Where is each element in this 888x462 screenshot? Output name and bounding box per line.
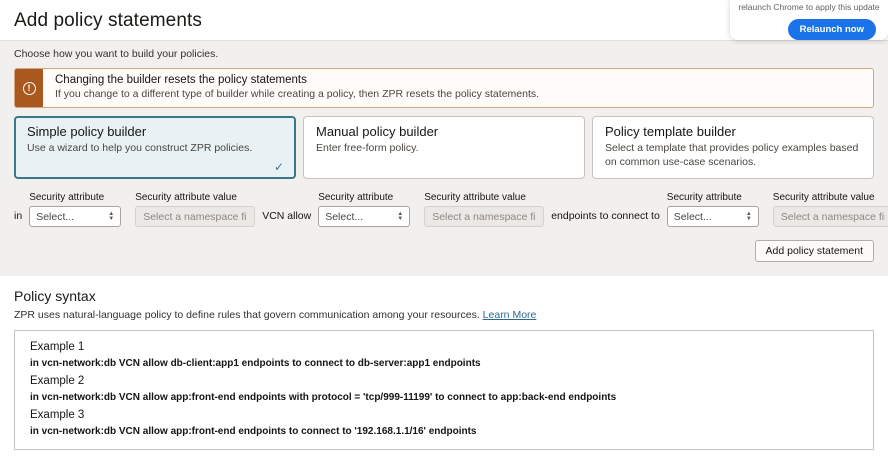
stepper-icon: ▲▼ xyxy=(746,212,752,221)
card-title: Simple policy builder xyxy=(27,124,283,139)
selected-check-icon: ✓ xyxy=(274,160,284,174)
policy-syntax-title: Policy syntax xyxy=(14,288,874,304)
security-attribute-value-label: Security attribute value xyxy=(135,192,255,203)
select-value: Select... xyxy=(325,211,363,223)
security-attribute-label: Security attribute xyxy=(667,192,759,203)
example-code: in vcn-network:db VCN allow db-client:ap… xyxy=(30,358,858,369)
stepper-icon: ▲▼ xyxy=(397,212,403,221)
statement-connector-endpoints-to-connect: endpoints to connect to xyxy=(551,210,660,227)
builder-panel: Choose how you want to build your polici… xyxy=(0,40,888,276)
statement-prefix: in xyxy=(14,210,22,227)
card-title: Manual policy builder xyxy=(316,124,572,139)
example-label: Example 2 xyxy=(30,375,858,387)
builder-hint: Choose how you want to build your polici… xyxy=(14,48,874,60)
policy-syntax-description: ZPR uses natural-language policy to defi… xyxy=(14,309,874,321)
security-attribute-value-group-3: Security attribute value xyxy=(773,192,888,227)
warning-description: If you change to a different type of bui… xyxy=(55,88,539,100)
security-attribute-value-input-2[interactable] xyxy=(424,206,544,227)
security-attribute-label: Security attribute xyxy=(29,192,121,203)
security-attribute-group-3: Security attribute Select... ▲▼ xyxy=(667,192,759,227)
card-simple-policy-builder[interactable]: Simple policy builder Use a wizard to he… xyxy=(14,116,296,179)
security-attribute-group-2: Security attribute Select... ▲▼ xyxy=(318,192,410,227)
policy-syntax-section: Policy syntax ZPR uses natural-language … xyxy=(0,276,888,462)
add-policy-statement-button[interactable]: Add policy statement xyxy=(755,240,874,262)
card-title: Policy template builder xyxy=(605,124,861,139)
security-attribute-value-label: Security attribute value xyxy=(773,192,888,203)
example-label: Example 3 xyxy=(30,409,858,421)
card-policy-template-builder[interactable]: Policy template builder Select a templat… xyxy=(592,116,874,179)
learn-more-link[interactable]: Learn More xyxy=(483,309,537,321)
security-attribute-value-input-1[interactable] xyxy=(135,206,255,227)
select-value: Select... xyxy=(674,211,712,223)
chrome-update-message: relaunch Chrome to apply this update xyxy=(730,2,888,12)
card-description: Enter free-form policy. xyxy=(316,142,572,156)
warning-icon: ! xyxy=(23,82,36,95)
statement-connector-vcn-allow: VCN allow xyxy=(262,210,311,227)
security-attribute-value-group-1: Security attribute value xyxy=(135,192,255,227)
security-attribute-value-input-3[interactable] xyxy=(773,206,888,227)
card-manual-policy-builder[interactable]: Manual policy builder Enter free-form po… xyxy=(303,116,585,179)
card-description: Use a wizard to help you construct ZPR p… xyxy=(27,142,283,156)
warning-banner: ! Changing the builder resets the policy… xyxy=(14,68,874,108)
security-attribute-group-1: Security attribute Select... ▲▼ xyxy=(29,192,121,227)
select-value: Select... xyxy=(36,211,74,223)
card-description: Select a template that provides policy e… xyxy=(605,142,861,169)
security-attribute-select-3[interactable]: Select... ▲▼ xyxy=(667,206,759,227)
security-attribute-label: Security attribute xyxy=(318,192,410,203)
security-attribute-select-1[interactable]: Select... ▲▼ xyxy=(29,206,121,227)
security-attribute-value-group-2: Security attribute value xyxy=(424,192,544,227)
stepper-icon: ▲▼ xyxy=(108,212,114,221)
security-attribute-value-label: Security attribute value xyxy=(424,192,544,203)
chrome-update-popup: relaunch Chrome to apply this update Rel… xyxy=(730,0,888,40)
security-attribute-select-2[interactable]: Select... ▲▼ xyxy=(318,206,410,227)
statement-builder-row: in Security attribute Select... ▲▼ Secur… xyxy=(14,192,874,227)
example-code: in vcn-network:db VCN allow app:front-en… xyxy=(30,426,858,437)
policy-syntax-description-text: ZPR uses natural-language policy to defi… xyxy=(14,309,480,321)
example-code: in vcn-network:db VCN allow app:front-en… xyxy=(30,392,858,403)
policy-examples-box: Example 1 in vcn-network:db VCN allow db… xyxy=(14,330,874,450)
warning-title: Changing the builder resets the policy s… xyxy=(55,74,539,86)
warning-icon-cell: ! xyxy=(15,69,43,107)
example-label: Example 1 xyxy=(30,341,858,353)
builder-cards-row: Simple policy builder Use a wizard to he… xyxy=(14,116,874,179)
relaunch-now-button[interactable]: Relaunch now xyxy=(788,19,876,40)
